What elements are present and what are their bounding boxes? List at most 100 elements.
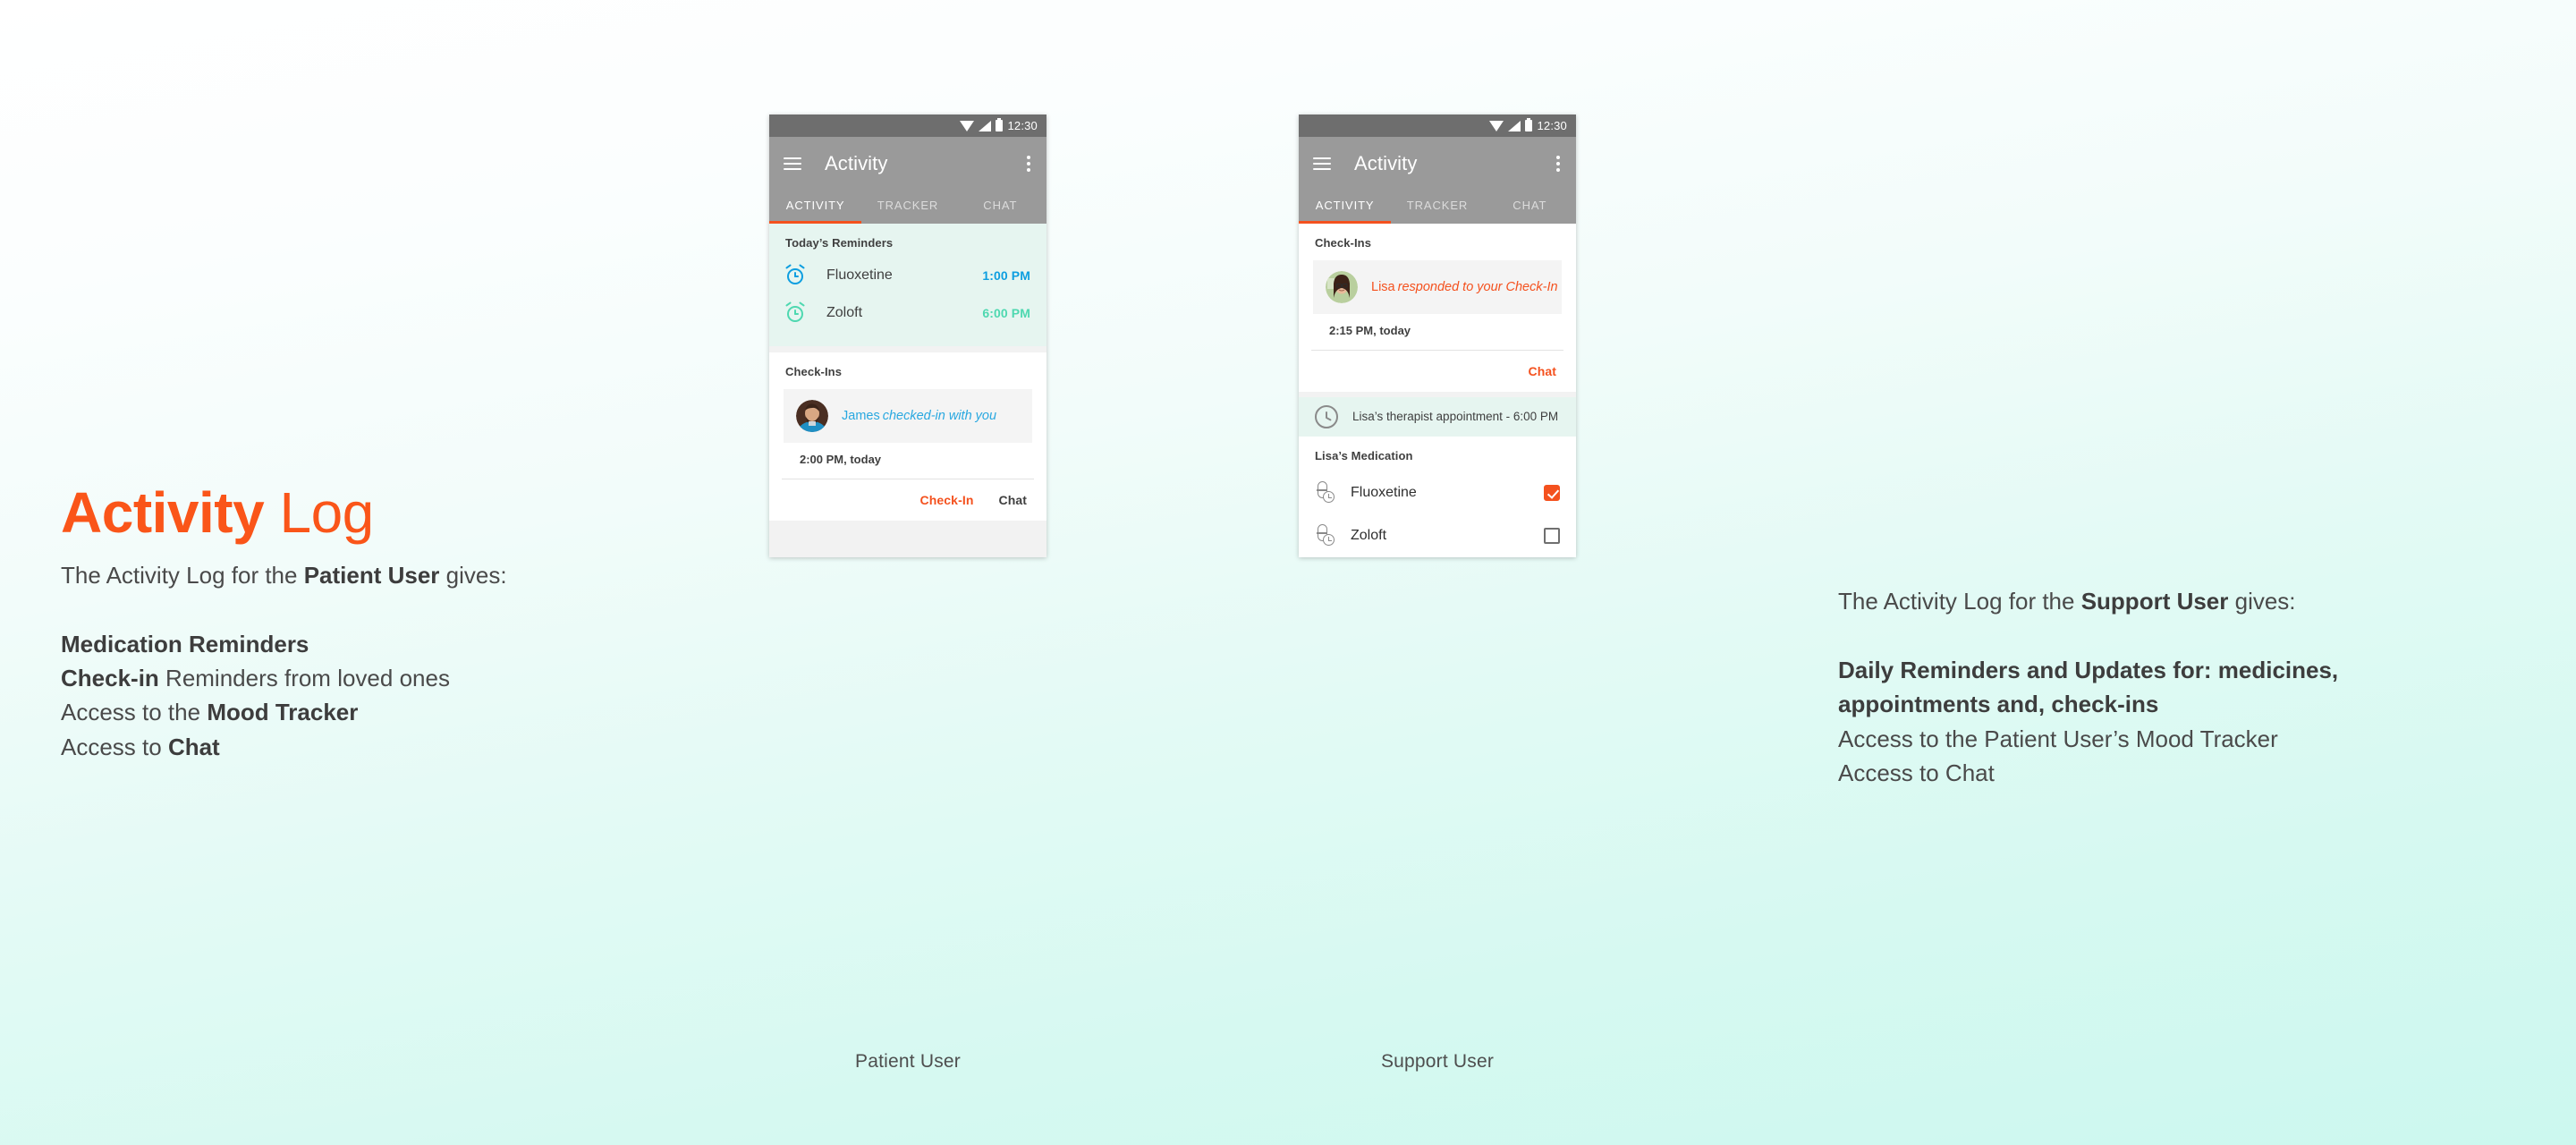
patient-user-phone: 12:30 Activity ACTIVITY TRACKER CHAT Tod… (769, 114, 1046, 557)
alarm-clock-icon (785, 301, 814, 323)
medication-name-zoloft: Zoloft (1351, 528, 1387, 543)
tab-chat[interactable]: CHAT (954, 190, 1046, 224)
left-lede-suffix: gives: (439, 561, 507, 589)
right-bullet-2: appointments and, check-ins (1838, 691, 2159, 718)
checkin-card-actions: Check-In Chat (769, 479, 1046, 521)
clock-icon (1315, 404, 1338, 428)
left-bullet-2-plain: Reminders from loved ones (158, 665, 450, 692)
medication-section: Lisa’s Medication Fluoxetine Zoloft (1299, 437, 1576, 557)
left-bullet-3-plain: Access to the (61, 699, 208, 726)
tab-activity[interactable]: ACTIVITY (1299, 190, 1392, 224)
checkins-card: Check-Ins Lisa responded to your Check-I… (1299, 224, 1576, 392)
right-bullet-1: Daily Reminders and Updates for: medicin… (1838, 657, 2339, 684)
left-bullet-4-plain: Access to (61, 733, 168, 760)
alarm-clock-icon (785, 264, 814, 285)
app-bar-top-row: Activity (1299, 137, 1576, 190)
checkin-person-name: James (842, 409, 880, 423)
checkin-banner[interactable]: Lisa responded to your Check-In (1313, 260, 1562, 314)
signal-icon (979, 120, 992, 131)
section-divider (769, 346, 1046, 352)
patient-phone-caption: Patient User (855, 1051, 961, 1072)
medication-row-fluoxetine[interactable]: Fluoxetine (1299, 471, 1576, 514)
hamburger-icon[interactable] (1313, 157, 1331, 170)
left-bullet-2-bold: Check-in (61, 665, 159, 692)
wifi-icon (960, 120, 975, 131)
medication-checkbox-fluoxetine[interactable] (1544, 485, 1560, 501)
tab-chat[interactable]: CHAT (1484, 190, 1576, 224)
page-title-accent: Activity (61, 480, 265, 545)
status-bar: 12:30 (769, 114, 1046, 137)
left-bullet-1: Medication Reminders (61, 627, 767, 661)
left-bullet-2: Check-in Reminders from loved ones (61, 661, 767, 695)
checkin-timestamp: 2:00 PM, today (800, 453, 882, 466)
pill-clock-icon (1315, 524, 1336, 547)
medication-row-zoloft[interactable]: Zoloft (1299, 514, 1576, 557)
support-user-phone: 12:30 Activity ACTIVITY TRACKER CHAT Che… (1299, 114, 1576, 557)
left-lede-prefix: The Activity Log for the (61, 561, 304, 589)
checkin-message-text: checked-in with you (882, 409, 997, 423)
checkin-message: Lisa responded to your Check-In (1371, 280, 1558, 294)
todays-reminders-section: Today’s Reminders Fluoxetine 1:00 PM Zol… (769, 224, 1046, 346)
status-bar: 12:30 (1299, 114, 1576, 137)
left-lede-bold: Patient User (303, 561, 440, 589)
status-bar-clock: 12:30 (1007, 119, 1038, 132)
hamburger-icon[interactable] (784, 157, 801, 170)
medication-checkbox-zoloft[interactable] (1544, 528, 1560, 544)
tab-tracker[interactable]: TRACKER (861, 190, 953, 224)
reminder-time-fluoxetine: 1:00 PM (982, 268, 1030, 283)
right-lede-suffix: gives: (2228, 588, 2296, 615)
tab-bar: ACTIVITY TRACKER CHAT (1299, 190, 1576, 224)
app-bar-top-row: Activity (769, 137, 1046, 190)
chat-button[interactable]: Chat (1528, 364, 1556, 378)
left-lede: The Activity Log for the Patient User gi… (61, 560, 767, 591)
check-in-button[interactable]: Check-In (920, 493, 974, 507)
app-bar: Activity ACTIVITY TRACKER CHAT (769, 137, 1046, 224)
right-bullet-3: Access to the Patient User’s Mood Tracke… (1838, 725, 2278, 752)
medication-name-fluoxetine: Fluoxetine (1351, 485, 1417, 500)
battery-icon (1525, 118, 1533, 131)
empty-space (769, 521, 1046, 557)
right-bullet-list: Daily Reminders and Updates for: medicin… (1838, 653, 2554, 790)
todays-reminders-label: Today’s Reminders (785, 236, 894, 250)
reminder-row-zoloft[interactable]: Zoloft 6:00 PM (769, 294, 1046, 332)
tab-activity[interactable]: ACTIVITY (769, 190, 862, 224)
checkin-message-text: responded to your Check-In (1397, 280, 1558, 294)
app-bar-title: Activity (825, 151, 888, 174)
appointment-row[interactable]: Lisa’s therapist appointment - 6:00 PM (1299, 396, 1576, 437)
reminder-time-zoloft: 6:00 PM (982, 306, 1030, 320)
page-title-plain: Log (279, 480, 374, 545)
right-lede-prefix: The Activity Log for the (1838, 588, 2081, 615)
medication-label: Lisa’s Medication (1315, 449, 1413, 462)
left-bullet-3: Access to the Mood Tracker (61, 695, 767, 729)
patient-screen-content: Today’s Reminders Fluoxetine 1:00 PM Zol… (769, 224, 1046, 557)
left-bullet-1-bold: Medication Reminders (61, 630, 309, 657)
checkin-timestamp: 2:15 PM, today (1329, 324, 1411, 337)
checkin-banner[interactable]: James checked-in with you (784, 389, 1032, 443)
pill-clock-icon (1315, 481, 1336, 505)
chat-button[interactable]: Chat (998, 493, 1027, 507)
reminder-row-fluoxetine[interactable]: Fluoxetine 1:00 PM (769, 257, 1046, 294)
signal-icon (1508, 120, 1521, 131)
checkins-label: Check-Ins (1315, 236, 1372, 250)
overflow-menu-icon[interactable] (1027, 155, 1030, 172)
left-bullet-3-bold: Mood Tracker (207, 699, 359, 726)
right-lede-bold: Support User (2080, 588, 2229, 615)
app-bar-title: Activity (1354, 151, 1418, 174)
right-bullet-4: Access to Chat (1838, 759, 1995, 786)
checkins-card: Check-Ins James checked-in with you 2:00… (769, 352, 1046, 521)
avatar (1326, 271, 1358, 303)
overflow-menu-icon[interactable] (1556, 155, 1560, 172)
left-bullet-list: Medication Reminders Check-in Reminders … (61, 627, 767, 764)
checkin-person-name: Lisa (1371, 280, 1395, 294)
wifi-icon (1489, 120, 1504, 131)
support-phone-caption: Support User (1380, 1051, 1495, 1072)
reminder-name-zoloft: Zoloft (826, 305, 863, 320)
status-bar-clock: 12:30 (1537, 119, 1567, 132)
checkin-card-actions: Chat (1299, 351, 1576, 392)
app-bar: Activity ACTIVITY TRACKER CHAT (1299, 137, 1576, 224)
battery-icon (996, 118, 1004, 131)
tab-tracker[interactable]: TRACKER (1391, 190, 1483, 224)
checkins-label: Check-Ins (785, 365, 843, 378)
left-copy-block: Activity Log The Activity Log for the Pa… (61, 480, 767, 764)
support-screen-content: Check-Ins Lisa responded to your Check-I… (1299, 224, 1576, 557)
